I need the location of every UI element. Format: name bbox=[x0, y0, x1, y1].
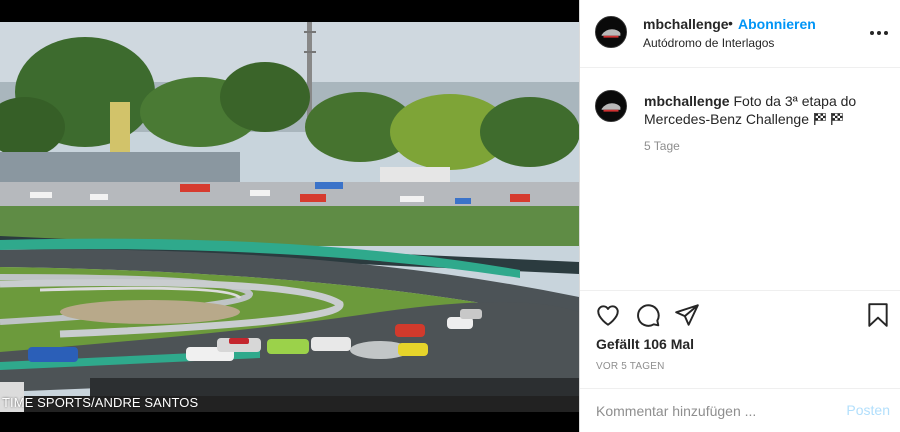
post-date[interactable]: VOR 5 TAGEN bbox=[596, 361, 665, 372]
post-location[interactable]: Autódromo de Interlagos bbox=[643, 36, 774, 50]
post-photo[interactable]: TIME SPORTS/ANDRE SANTOS bbox=[0, 22, 579, 412]
bookmark-icon[interactable] bbox=[865, 302, 891, 328]
heart-icon[interactable] bbox=[595, 302, 621, 328]
comment-icon[interactable] bbox=[635, 302, 661, 328]
comments-area: mbchallenge Foto da 3ª etapa do Mercedes… bbox=[580, 69, 900, 289]
instagram-post-view: TIME SPORTS/ANDRE SANTOS mbchallenge • A… bbox=[0, 0, 900, 432]
likes-count[interactable]: Gefällt 106 Mal bbox=[596, 336, 694, 352]
more-horizontal-icon[interactable] bbox=[870, 26, 888, 40]
share-icon[interactable] bbox=[674, 302, 700, 328]
caption-username[interactable]: mbchallenge bbox=[644, 93, 730, 109]
checkered-flag-icon bbox=[813, 113, 826, 125]
post-sidebar: mbchallenge • Abonnieren Autódromo de In… bbox=[579, 0, 900, 432]
race-track-image bbox=[0, 22, 579, 412]
separator-dot: • bbox=[728, 15, 733, 31]
mercedes-car-logo-icon bbox=[596, 91, 626, 121]
post-author-username[interactable]: mbchallenge bbox=[643, 16, 729, 32]
comment-input[interactable] bbox=[596, 399, 836, 423]
photo-credit: TIME SPORTS/ANDRE SANTOS bbox=[2, 395, 199, 410]
follow-button[interactable]: Abonnieren bbox=[738, 16, 816, 32]
caption-timestamp[interactable]: 5 Tage bbox=[644, 139, 680, 153]
checkered-flag-icon bbox=[830, 113, 843, 125]
mercedes-car-logo-icon bbox=[596, 17, 626, 47]
post-actions: Gefällt 106 Mal VOR 5 TAGEN bbox=[580, 290, 900, 372]
flag-emoji-group bbox=[813, 112, 844, 126]
avatar[interactable] bbox=[595, 16, 627, 48]
add-comment-bar: Posten bbox=[580, 388, 900, 432]
avatar[interactable] bbox=[595, 90, 627, 122]
post-caption: mbchallenge Foto da 3ª etapa do Mercedes… bbox=[644, 92, 884, 128]
post-comment-button[interactable]: Posten bbox=[846, 402, 890, 418]
post-header: mbchallenge • Abonnieren Autódromo de In… bbox=[580, 0, 900, 68]
